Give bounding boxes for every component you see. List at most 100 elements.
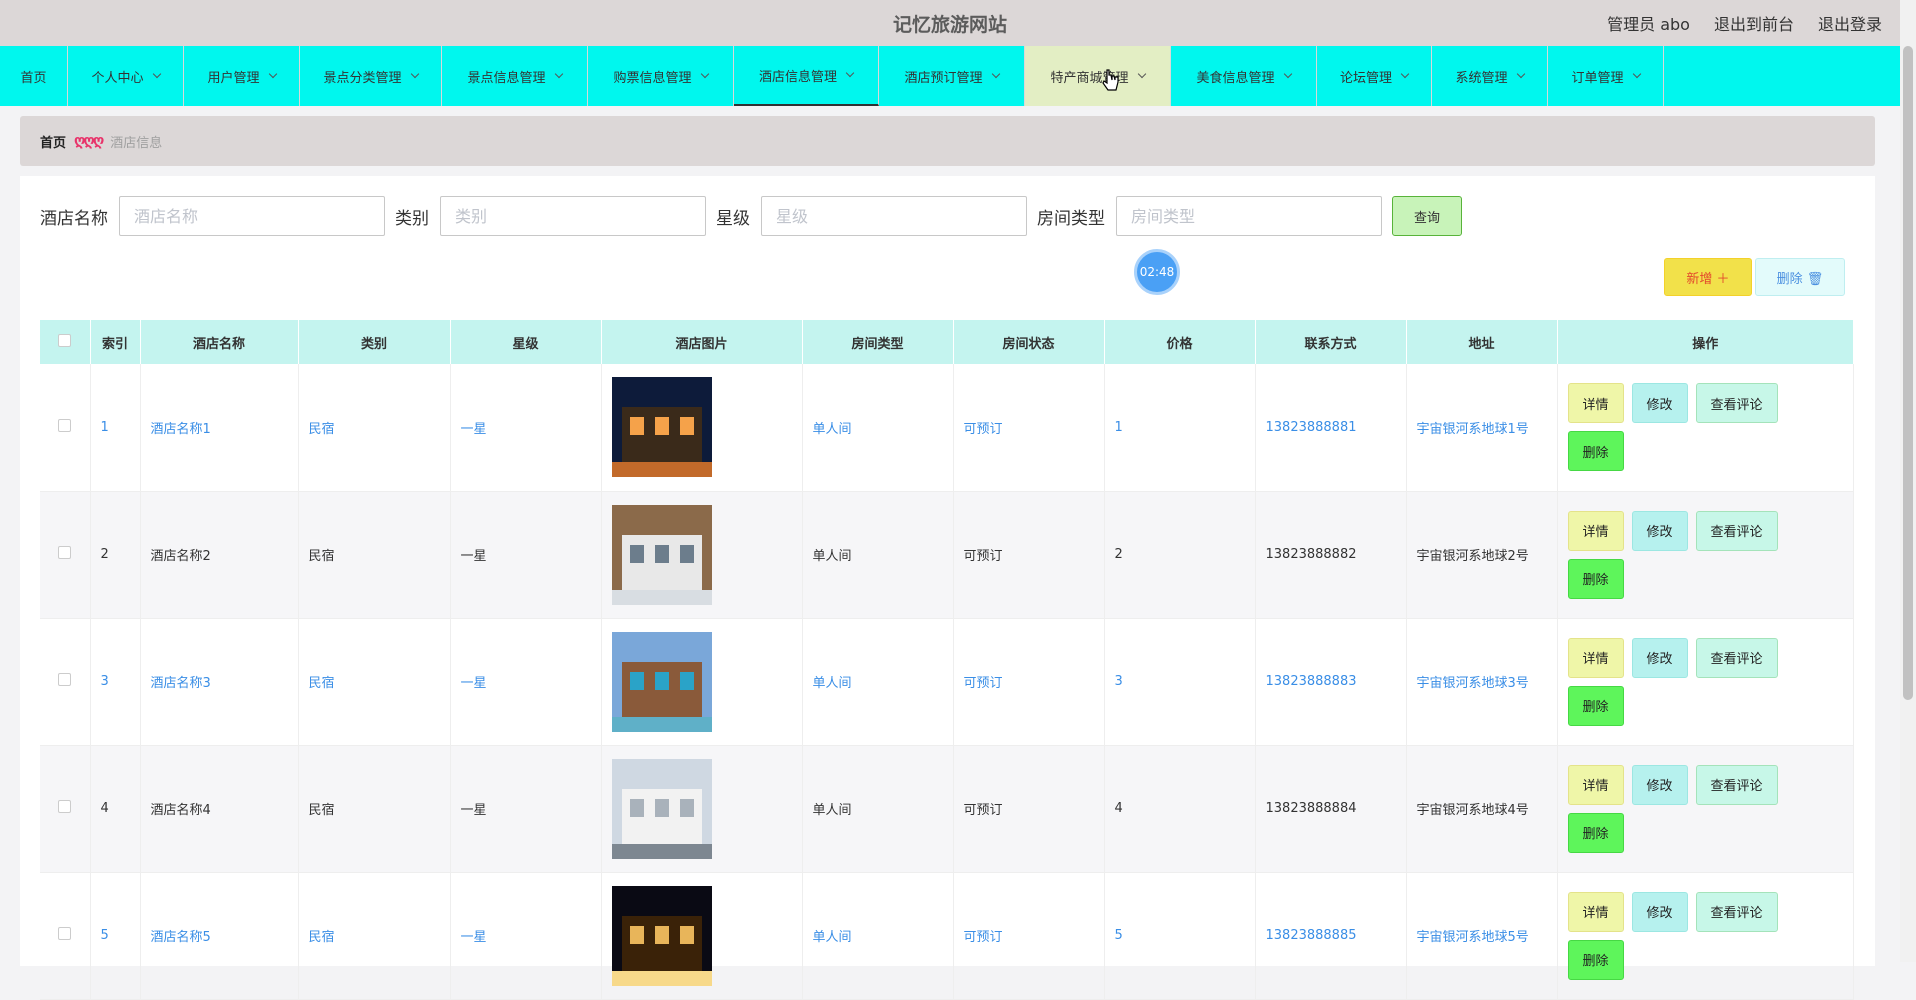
back-to-front-link[interactable]: 退出到前台 (1714, 11, 1794, 35)
cell-actions: 详情 修改 查看评论删除 (1557, 491, 1854, 619)
view-comments-button[interactable]: 查看评论 (1695, 637, 1778, 678)
nav-item-6[interactable]: 酒店信息管理 (734, 46, 879, 106)
col-index: 索引 (90, 320, 141, 364)
edit-button[interactable]: 修改 (1631, 510, 1688, 551)
edit-button[interactable]: 修改 (1631, 637, 1688, 678)
row-select-cell (40, 745, 91, 873)
batch-delete-button[interactable]: 删除 🗑 (1755, 258, 1845, 296)
nav-item-label: 酒店信息管理 (758, 69, 837, 85)
nav-item-9[interactable]: 美食信息管理 (1171, 46, 1317, 106)
hotel-image[interactable] (611, 377, 712, 478)
view-comments-button[interactable]: 查看评论 (1695, 764, 1778, 805)
nav-item-4[interactable]: 景点信息管理 (442, 46, 588, 106)
cell-category: 民宿 (298, 745, 451, 873)
cell-category: 民宿 (298, 872, 451, 1000)
col-room-type: 房间类型 (802, 320, 954, 364)
delete-button[interactable]: 删除 (1567, 558, 1624, 599)
hotel-name-label: 酒店名称 (40, 208, 108, 229)
row-actions: 详情 修改 查看评论删除 (1567, 637, 1798, 726)
hotel-image[interactable] (611, 758, 712, 859)
delete-button[interactable]: 删除 (1567, 812, 1624, 853)
nav-item-7[interactable]: 酒店预订管理 (879, 46, 1025, 106)
query-button[interactable]: 查询 (1392, 196, 1462, 236)
cell-index: 4 (90, 745, 141, 873)
room-type-label: 房间类型 (1037, 208, 1105, 229)
detail-button[interactable]: 详情 (1567, 383, 1624, 424)
view-comments-button[interactable]: 查看评论 (1695, 383, 1778, 424)
cell-category: 民宿 (298, 618, 451, 746)
scrollbar-thumb[interactable] (1903, 46, 1913, 700)
breadcrumb-current: 酒店信息 (110, 135, 163, 151)
nav-item-0[interactable]: 首页 (0, 46, 68, 106)
nav-item-1[interactable]: 个人中心 (68, 46, 184, 106)
edit-button[interactable]: 修改 (1631, 383, 1688, 424)
row-checkbox[interactable] (58, 673, 72, 686)
star-input[interactable] (761, 196, 1027, 236)
row-checkbox[interactable] (58, 927, 72, 940)
detail-button[interactable]: 详情 (1567, 510, 1624, 551)
cell-contact: 13823888885 (1255, 872, 1407, 1000)
page-scrollbar[interactable] (1900, 0, 1916, 962)
cell-star: 一星 (450, 745, 602, 873)
nav-item-3[interactable]: 景点分类管理 (300, 46, 442, 106)
delete-button[interactable]: 删除 (1567, 939, 1624, 980)
row-checkbox[interactable] (58, 800, 72, 813)
logout-link[interactable]: 退出登录 (1818, 11, 1882, 35)
nav-item-8[interactable]: 特产商城管理 (1025, 46, 1171, 106)
cell-actions: 详情 修改 查看评论删除 (1557, 745, 1854, 873)
nav-item-12[interactable]: 订单管理 (1548, 46, 1664, 106)
detail-button[interactable]: 详情 (1567, 637, 1624, 678)
cell-star: 一星 (450, 491, 602, 619)
nav-item-2[interactable]: 用户管理 (184, 46, 300, 106)
cell-address: 宇宙银河系地球2号 (1406, 491, 1558, 619)
delete-button[interactable]: 删除 (1567, 431, 1624, 472)
edit-button[interactable]: 修改 (1631, 891, 1688, 932)
category-input[interactable] (440, 196, 706, 236)
cell-address: 宇宙银河系地球5号 (1406, 872, 1558, 1000)
table-row[interactable]: 2 酒店名称2 民宿 一星 单人间 可预订 2 13823888882 宇宙银河系地球2号 详情修… (40, 491, 1854, 619)
table-row[interactable]: 3 酒店名称3 民宿 一星 单人间 可预订 3 13823888883 宇宙银河系地球3号 详情修… (40, 618, 1854, 746)
row-actions: 详情 修改 查看评论删除 (1567, 510, 1798, 599)
select-all-checkbox[interactable] (58, 333, 72, 347)
nav-item-label: 订单管理 (1571, 70, 1624, 86)
view-comments-button[interactable]: 查看评论 (1695, 510, 1778, 551)
cell-hotel-image (601, 618, 803, 746)
add-button[interactable]: 新增 ＋ (1664, 258, 1752, 296)
nav-item-label: 用户管理 (207, 70, 260, 86)
delete-button[interactable]: 删除 (1567, 685, 1624, 726)
cell-category: 民宿 (298, 364, 451, 492)
hotel-image[interactable] (611, 504, 712, 605)
hotel-image[interactable] (611, 631, 712, 732)
table-row[interactable]: 1 酒店名称1 民宿 一星 单人间 可预订 1 13823888881 宇宙银河系地球1号 详情修… (40, 364, 1854, 492)
breadcrumb-home[interactable]: 首页 (40, 132, 66, 151)
table-row[interactable]: 4 酒店名称4 民宿 一星 单人间 可预订 4 13823888884 宇宙银河系地球4号 详情修… (40, 745, 1854, 873)
room-type-input[interactable] (1116, 196, 1382, 236)
chevron-down-icon (410, 69, 419, 79)
cell-room-type: 单人间 (802, 364, 954, 492)
col-address: 地址 (1406, 320, 1558, 364)
nav-item-5[interactable]: 购票信息管理 (588, 46, 734, 106)
chevron-down-icon (1400, 69, 1410, 79)
cell-hotel-image (601, 491, 803, 619)
row-checkbox[interactable] (58, 546, 72, 559)
row-checkbox[interactable] (58, 418, 72, 432)
nav-item-11[interactable]: 系统管理 (1432, 46, 1548, 106)
star-label: 星级 (716, 208, 750, 229)
cell-star: 一星 (450, 364, 602, 492)
view-comments-button[interactable]: 查看评论 (1695, 891, 1778, 932)
table-row[interactable]: 5 酒店名称5 民宿 一星 单人间 可预订 5 13823888885 宇宙银河系地球5号 详情修… (40, 872, 1854, 1000)
hotel-image[interactable] (611, 885, 712, 986)
row-select-cell (40, 618, 91, 746)
chevron-down-icon (700, 69, 709, 79)
detail-button[interactable]: 详情 (1567, 891, 1624, 932)
hotel-name-input[interactable] (119, 196, 385, 236)
top-header: 记忆旅游网站 管理员 abo 退出到前台 退出登录 (0, 0, 1900, 46)
cell-hotel-image (601, 745, 803, 873)
nav-item-10[interactable]: 论坛管理 (1317, 46, 1432, 106)
cell-hotel-image (601, 872, 803, 1000)
timer-badge: 02:48 (1134, 249, 1180, 295)
edit-button[interactable]: 修改 (1631, 764, 1688, 805)
cell-room-type: 单人间 (802, 745, 954, 873)
detail-button[interactable]: 详情 (1567, 764, 1624, 805)
cell-room-type: 单人间 (802, 872, 954, 1000)
